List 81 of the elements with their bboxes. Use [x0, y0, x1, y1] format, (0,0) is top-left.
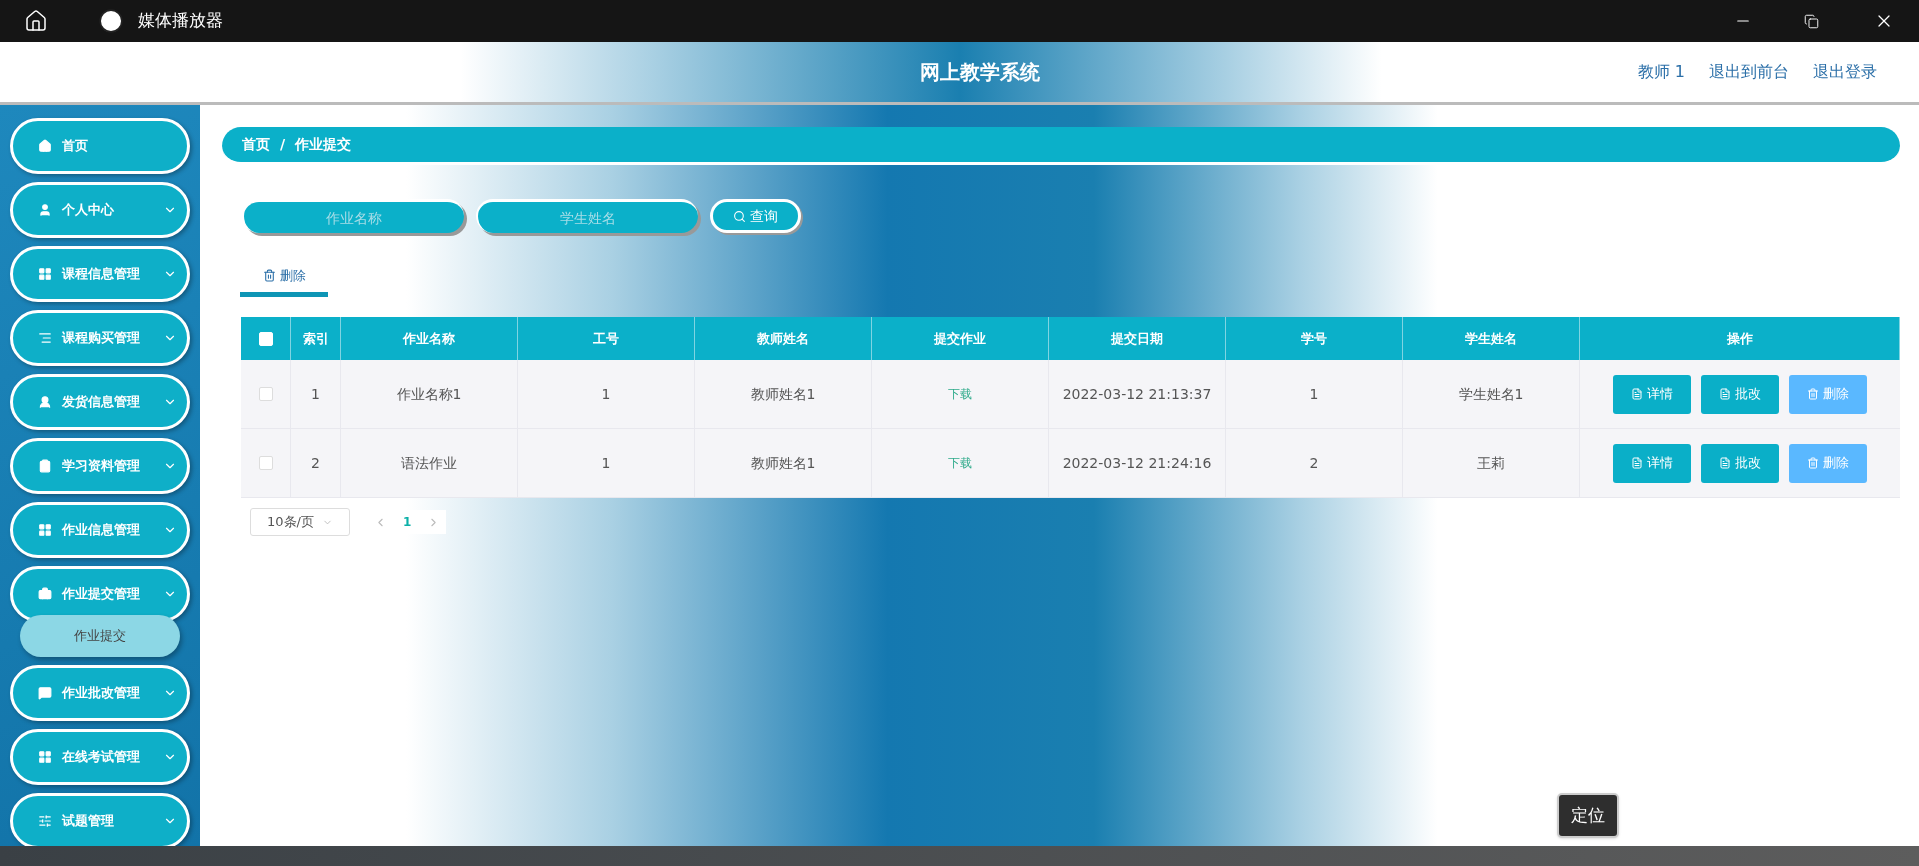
column-header: 教师姓名 [695, 317, 872, 360]
delete-button[interactable]: 删除 [1789, 374, 1867, 414]
sidebar-item[interactable]: 在线考试管理 [10, 729, 190, 785]
document-icon [1719, 388, 1731, 400]
submenu-item[interactable]: 作业提交 [20, 615, 180, 657]
grid-icon [38, 267, 52, 281]
table-cell-text: 学生姓名1 [1458, 384, 1524, 404]
sidebar-item[interactable]: 课程购买管理 [10, 310, 190, 366]
document-icon [1719, 457, 1731, 469]
document-icon [1631, 457, 1643, 469]
column-header: 提交作业 [872, 317, 1049, 360]
table-cell-text: 1 [1309, 384, 1319, 404]
breadcrumb-item[interactable]: 首页 [242, 134, 270, 155]
delete-tab[interactable]: 删除 [240, 259, 328, 297]
sidebar-item[interactable]: 发货信息管理 [10, 374, 190, 430]
sidebar-item[interactable]: 学习资料管理 [10, 438, 190, 494]
sliders-icon [38, 814, 52, 828]
window-title: 媒体播放器 [138, 9, 223, 33]
row-checkbox[interactable] [258, 387, 273, 401]
column-header: 学生姓名 [1403, 317, 1580, 360]
table-cell-text: 王莉 [1477, 453, 1505, 473]
person-icon [38, 395, 52, 409]
column-header: 提交日期 [1049, 317, 1226, 360]
briefcase-icon [38, 587, 52, 601]
download-link[interactable]: 下载 [948, 454, 972, 472]
page-size-select[interactable]: 10条/页 [250, 508, 350, 536]
list-icon [38, 331, 52, 345]
header-link[interactable]: 退出登录 [1813, 60, 1877, 84]
system-title: 网上教学系统 [919, 59, 1040, 86]
sidebar-item[interactable]: 试题管理 [10, 793, 190, 846]
column-header: 工号 [518, 317, 695, 360]
search-field[interactable]: 学生姓名 [476, 199, 698, 233]
sidebar-item[interactable]: 作业信息管理 [10, 502, 190, 558]
action-button[interactable]: 详情 [1613, 443, 1691, 483]
column-header: 作业名称 [341, 317, 518, 360]
trash-icon [1807, 388, 1819, 400]
column-header: 索引 [291, 317, 341, 360]
table-cell-text: 教师姓名1 [750, 453, 816, 473]
table-cell-text: 2022-03-12 21:24:16 [1062, 453, 1212, 473]
header-link[interactable]: 退出到前台 [1709, 60, 1789, 84]
restore-icon[interactable] [1804, 13, 1819, 29]
trash-icon [262, 269, 276, 282]
column-header: 操作 [1580, 317, 1900, 360]
breadcrumb-separator: / [280, 135, 286, 154]
search-field[interactable]: 作业名称 [242, 199, 464, 233]
table-cell-text: 作业名称1 [396, 384, 462, 404]
row-checkbox[interactable] [258, 456, 273, 470]
sidebar-item[interactable]: 个人中心 [10, 182, 190, 238]
user-icon [38, 203, 52, 217]
table-cell-text: 1 [311, 384, 320, 404]
table-cell-text: 1 [601, 453, 611, 473]
breadcrumb-item[interactable]: 作业提交 [295, 134, 352, 155]
table-cell-text: 1 [601, 384, 611, 404]
header-link[interactable]: 教师 1 [1637, 60, 1685, 84]
select-all-checkbox[interactable] [258, 331, 273, 346]
table-cell-text: 2 [311, 453, 320, 473]
grid-icon [38, 523, 52, 537]
clipboard-icon [38, 459, 52, 473]
home-icon [38, 139, 52, 153]
column-header: 学号 [1226, 317, 1403, 360]
action-button[interactable]: 批改 [1701, 443, 1779, 483]
search-button[interactable]: 查询 [710, 199, 801, 233]
table-cell-text: 2 [1309, 453, 1319, 473]
action-button[interactable]: 详情 [1613, 374, 1691, 414]
sidebar-item[interactable]: 课程信息管理 [10, 246, 190, 302]
sidebar-item[interactable]: 作业提交管理 [10, 566, 190, 622]
grid-icon [38, 750, 52, 764]
sidebar-item[interactable]: 作业批改管理 [10, 665, 190, 721]
download-link[interactable]: 下载 [948, 385, 972, 403]
table-cell-text: 教师姓名1 [750, 384, 816, 404]
table-cell-text: 语法作业 [401, 453, 457, 473]
chat-icon [38, 686, 52, 700]
sidebar-item[interactable]: 首页 [10, 118, 190, 174]
action-button[interactable]: 批改 [1701, 374, 1779, 414]
delete-button[interactable]: 删除 [1789, 443, 1867, 483]
home-icon[interactable] [24, 9, 48, 33]
search-icon [733, 209, 746, 223]
tooltip: 定位 [1557, 792, 1619, 838]
trash-icon [1807, 457, 1819, 469]
table-cell-text: 2022-03-12 21:13:37 [1062, 384, 1212, 404]
document-icon [1631, 388, 1643, 400]
